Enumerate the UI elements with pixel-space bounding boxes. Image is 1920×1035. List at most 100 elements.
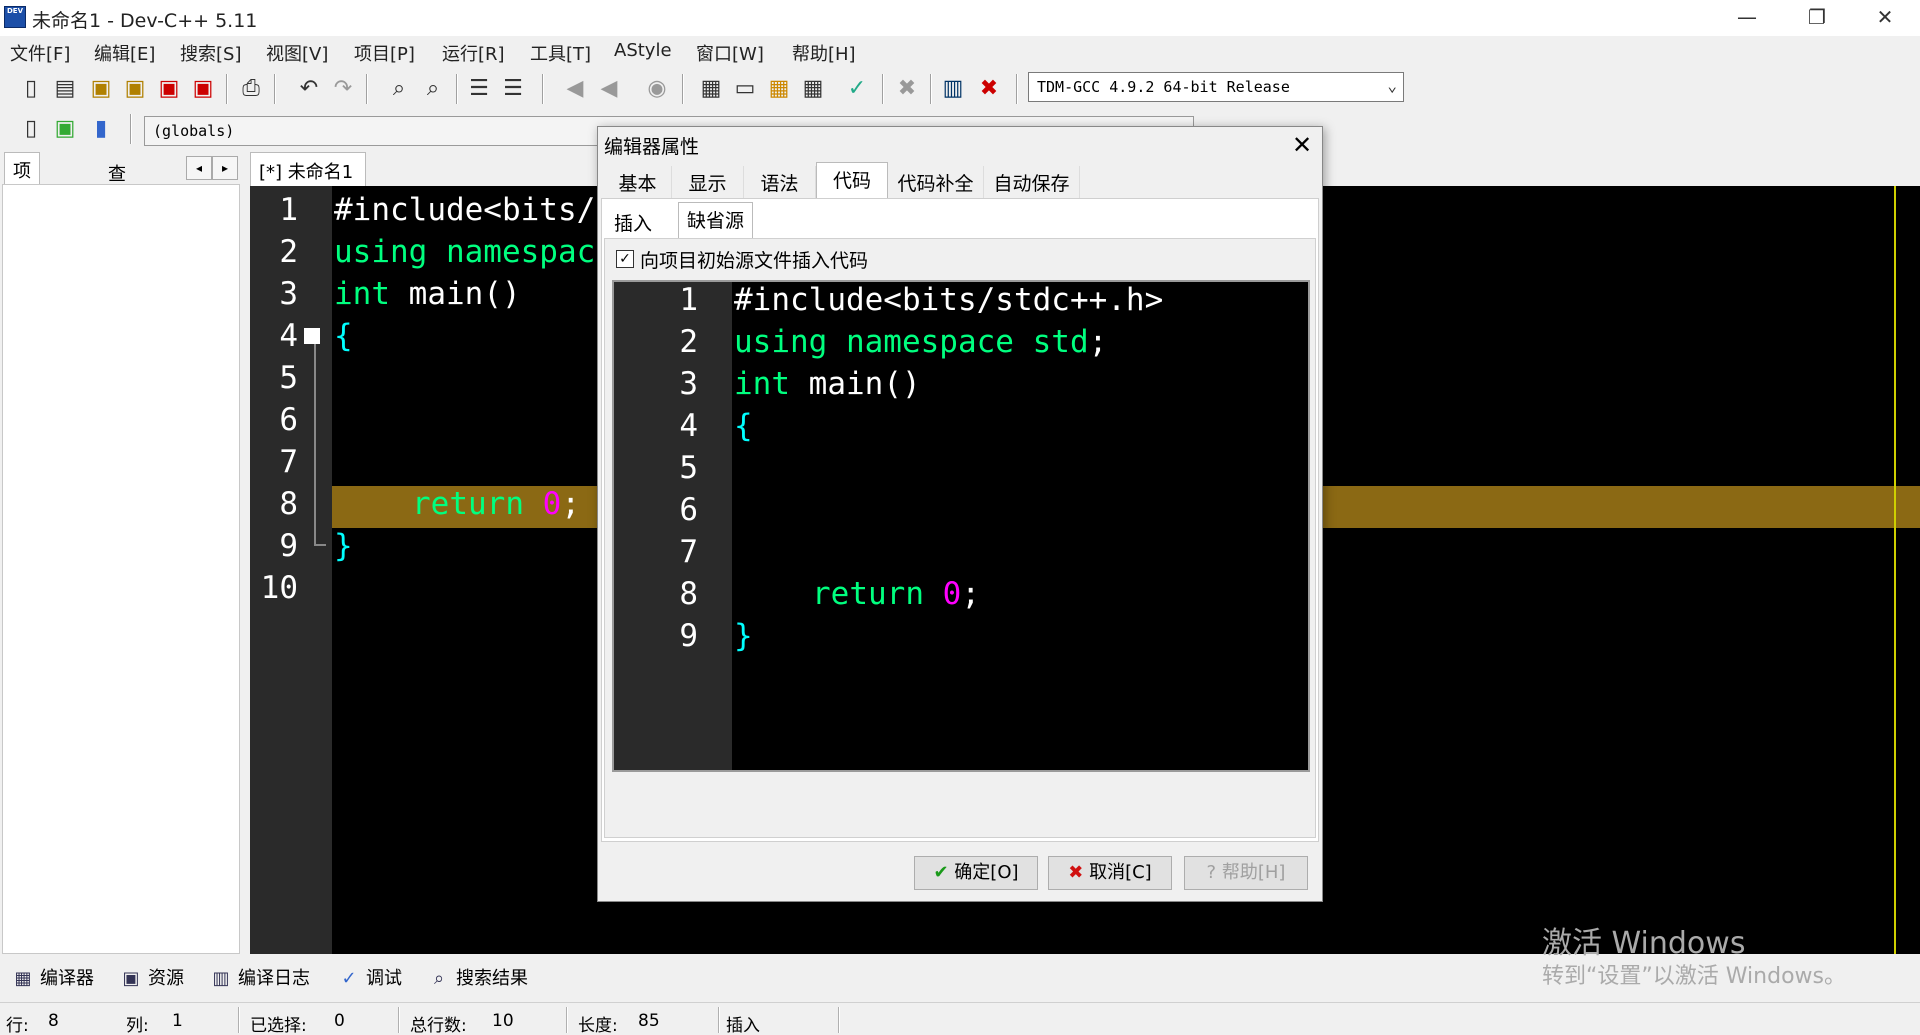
status-length-label: 长度: xyxy=(578,1016,618,1035)
resources-icon: ▣ xyxy=(122,968,140,989)
tab-search-results[interactable]: ⌕ 搜索结果 xyxy=(428,964,528,992)
print-icon[interactable]: ⎙ xyxy=(236,74,266,104)
open-file-icon[interactable]: ▤ xyxy=(50,74,80,104)
line-number: 7 xyxy=(279,444,298,480)
debug-icon[interactable]: ✓ xyxy=(842,74,872,104)
find-icon[interactable]: ⌕ xyxy=(384,74,414,104)
comment-icon[interactable]: ◉ xyxy=(642,74,672,104)
menu-search[interactable]: 搜索[S] xyxy=(180,40,241,66)
code-keyword: int xyxy=(734,366,790,402)
remove-from-project-icon[interactable]: ▮ xyxy=(86,114,116,144)
app-icon: DEV xyxy=(4,6,26,28)
close-all-icon[interactable]: ▣ xyxy=(188,74,218,104)
menu-run[interactable]: 运行[R] xyxy=(442,40,505,66)
insert-code-checkbox[interactable]: ✓ xyxy=(616,250,634,268)
source-line-1: #include<bits/stdc++.h> xyxy=(734,282,1164,318)
code-line-8: return 0; xyxy=(412,486,580,522)
unindent-icon[interactable]: ☰ xyxy=(498,74,528,104)
code-line-2: using namespac xyxy=(334,234,596,270)
code-keyword: return xyxy=(812,576,924,612)
redo-icon[interactable]: ↷ xyxy=(328,74,358,104)
new-file-icon[interactable]: ▯ xyxy=(16,74,46,104)
tab-code[interactable]: 代码 xyxy=(816,162,888,200)
tab-syntax[interactable]: 语法 xyxy=(744,166,816,198)
menu-window[interactable]: 窗口[W] xyxy=(696,40,764,66)
tab-compile-log[interactable]: ▥ 编译日志 xyxy=(210,964,310,992)
menu-tools[interactable]: 工具[T] xyxy=(530,40,591,66)
source-line-3: int main() xyxy=(734,366,921,402)
close-file-icon[interactable]: ▣ xyxy=(154,74,184,104)
replace-icon[interactable]: ⌕ xyxy=(418,74,448,104)
tab-autosave[interactable]: 自动保存 xyxy=(984,166,1080,198)
status-selected-value: 0 xyxy=(334,1011,345,1031)
tab-scroll-left-button[interactable]: ◂ xyxy=(186,156,212,180)
indent-icon[interactable]: ☰ xyxy=(464,74,494,104)
subtab-insert[interactable]: 插入 xyxy=(606,206,660,238)
tab-compiler[interactable]: ▦ 编译器 xyxy=(12,964,94,992)
run-icon[interactable]: ▭ xyxy=(730,74,760,104)
compile-icon[interactable]: ▦ xyxy=(696,74,726,104)
minimize-button[interactable]: — xyxy=(1712,0,1782,36)
tab-code-completion[interactable]: 代码补全 xyxy=(888,166,984,198)
stop-icon[interactable]: ✖ xyxy=(892,74,922,104)
tab-scroll-right-button[interactable]: ▸ xyxy=(212,156,238,180)
cancel-button[interactable]: ✖ 取消[C] xyxy=(1048,856,1172,890)
dialog-close-button[interactable]: ✕ xyxy=(1284,128,1320,164)
tab-project-manager[interactable]: 项目管理 xyxy=(4,152,40,260)
status-bar: 行: 8 列: 1 已选择: 0 总行数: 10 长度: 85 插入 xyxy=(0,1002,1920,1035)
title-bar xyxy=(0,0,1920,36)
profile-icon[interactable]: ▥ xyxy=(938,74,968,104)
save-icon[interactable]: ▣ xyxy=(86,74,116,104)
dialog-title: 编辑器属性 xyxy=(604,136,700,158)
line-number: 6 xyxy=(279,402,298,438)
fold-line xyxy=(314,344,316,544)
code-keyword: using namespace std xyxy=(734,324,1089,360)
source-line-4: { xyxy=(734,408,753,444)
help-button[interactable]: ? 帮助[H] xyxy=(1184,856,1308,890)
restore-button[interactable]: ❐ xyxy=(1782,0,1852,36)
save-all-icon[interactable]: ▣ xyxy=(120,74,150,104)
line-number: 2 xyxy=(679,324,698,360)
editor-tab[interactable]: [*] 未命名1 xyxy=(250,152,366,186)
code-text: ; xyxy=(1088,324,1108,360)
compiler-select-value: TDM-GCC 4.9.2 64-bit Release xyxy=(1037,78,1290,96)
ok-button[interactable]: ✔ 确定[O] xyxy=(914,856,1038,890)
line-number: 5 xyxy=(679,450,698,486)
delete-profile-icon[interactable]: ✖ xyxy=(974,74,1004,104)
fold-toggle-icon[interactable] xyxy=(304,328,320,344)
insert-code-checkbox-label[interactable]: 向项目初始源文件插入代码 xyxy=(640,246,868,273)
activation-watermark-text: 转到“设置”以激活 Windows。 xyxy=(1542,964,1846,989)
code-line-9: } xyxy=(334,528,353,564)
status-col-value: 1 xyxy=(172,1011,183,1031)
close-button[interactable]: ✕ xyxy=(1850,0,1920,36)
menu-project[interactable]: 项目[P] xyxy=(354,40,415,66)
menu-view[interactable]: 视图[V] xyxy=(266,40,328,66)
rebuild-icon[interactable]: ▦ xyxy=(798,74,828,104)
project-tree[interactable] xyxy=(2,184,240,954)
menu-edit[interactable]: 编辑[E] xyxy=(94,40,155,66)
menu-astyle[interactable]: AStyle xyxy=(614,40,672,61)
compiler-select[interactable]: TDM-GCC 4.9.2 64-bit Release ⌄ xyxy=(1028,72,1404,102)
compiler-icon: ▦ xyxy=(14,968,32,989)
undo-icon[interactable]: ↶ xyxy=(294,74,324,104)
menu-help[interactable]: 帮助[H] xyxy=(792,40,856,66)
goto-bookmark-icon[interactable]: ◀ xyxy=(594,74,624,104)
code-text: ; xyxy=(961,576,980,612)
toggle-bookmark-icon[interactable]: ◀ xyxy=(560,74,590,104)
code-text: ; xyxy=(561,486,580,522)
line-number: 10 xyxy=(260,570,298,606)
line-number: 3 xyxy=(679,366,698,402)
tab-resources[interactable]: ▣ 资源 xyxy=(120,964,184,992)
menu-file[interactable]: 文件[F] xyxy=(10,40,70,66)
log-icon: ▥ xyxy=(212,968,230,989)
new-project-icon[interactable]: ▯ xyxy=(16,114,46,144)
code-keyword: return xyxy=(412,486,524,522)
add-to-project-icon[interactable]: ▣ xyxy=(50,114,80,144)
compile-run-icon[interactable]: ▦ xyxy=(764,74,794,104)
tab-basic[interactable]: 基本 xyxy=(604,166,672,198)
subtab-default-source[interactable]: 缺省源 xyxy=(678,202,754,240)
tab-display[interactable]: 显示 xyxy=(672,166,744,198)
search-results-icon: ⌕ xyxy=(433,968,445,989)
line-number: 7 xyxy=(679,534,698,570)
tab-debug[interactable]: ✓ 调试 xyxy=(338,964,402,992)
